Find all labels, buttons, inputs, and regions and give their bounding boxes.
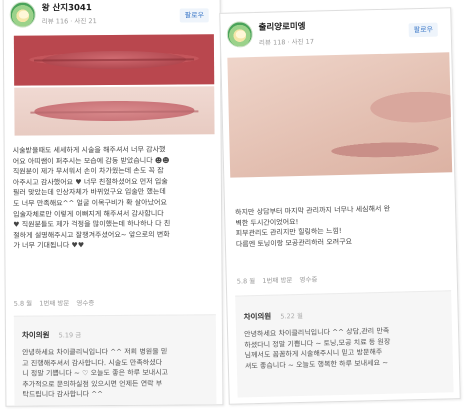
review-date: 5.8 월 (13, 299, 33, 308)
owner-reply: 차이의원 5.22 월 안녕하세요 차이클리닉입니다 ^^ 상담,관리 만족 하… (235, 290, 454, 398)
review-body: 하지만 상담부터 마지막 관리까지 너무나 세심해서 완 벽한 두시간이었어요!… (235, 204, 391, 249)
review-card-right: 출리양로미엥 리뷰 118 · 사진 17 팔로우 하지만 상담부터 마지막 관… (219, 7, 461, 405)
receipt-badge: 영수증 (299, 275, 318, 285)
reply-author: 차이의원 (21, 330, 50, 340)
author-meta: 리뷰 116 · 사진 21 (41, 17, 97, 26)
review-photo-lips-after[interactable] (14, 86, 215, 136)
review-photo-lips-before[interactable] (13, 34, 215, 86)
author-name[interactable]: 왕 산지3041 (42, 1, 92, 13)
avatar[interactable] (226, 21, 254, 48)
owner-reply: 차이의원 5.19 금 안녕하세요 차이클리닉입니다 ^^ 저희 병원을 믿 고… (13, 314, 217, 407)
review-date: 5.8 월 (236, 277, 256, 286)
reply-date: 5.19 금 (58, 331, 82, 340)
review-card-left: 왕 산지3041 리뷰 116 · 사진 21 팔로우 시술받을때도 세세하게 … (2, 0, 224, 407)
author-name[interactable]: 출리양로미엥 (258, 20, 306, 33)
follow-button[interactable]: 팔로우 (408, 22, 439, 38)
review-header: 왕 산지3041 리뷰 116 · 사진 21 팔로우 (4, 0, 220, 36)
visit-count: 1번째 방문 (262, 276, 293, 285)
review-body: 시술받을때도 세세하게 시술을 해주셔서 너무 감사했 어요 아띠쌤이 퍼주시는… (12, 145, 171, 251)
review-photo-face[interactable] (227, 52, 453, 178)
receipt-badge: 영수증 (76, 299, 95, 308)
visit-count: 1번째 방문 (39, 299, 70, 308)
reply-text: 안녕하세요 차이클리닉입니다 ^^ 저희 병원을 믿 고 진행해주셔서 감사합니… (22, 347, 169, 400)
author-meta: 리뷰 118 · 사진 17 (258, 37, 315, 47)
reply-date: 5.22 월 (280, 311, 304, 321)
follow-button[interactable]: 팔로우 (179, 8, 210, 23)
reply-text: 안녕하세요 차이클리닉입니다 ^^ 상담,관리 만족 하셨다니 정말 기쁩니다 … (244, 326, 391, 371)
review-meta: 5.8 월 1번째 방문 영수증 (236, 273, 323, 286)
reply-author: 차이의원 (243, 311, 272, 322)
avatar[interactable] (9, 1, 36, 28)
review-meta: 5.8 월 1번째 방문 영수증 (14, 297, 100, 308)
review-header: 출리양로미엥 리뷰 118 · 사진 17 팔로우 (220, 8, 451, 54)
